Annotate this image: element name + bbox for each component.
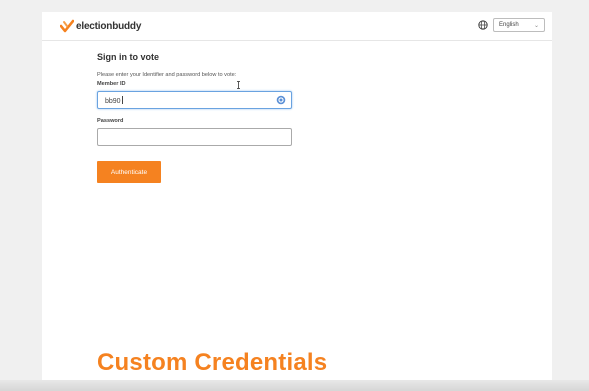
sign-in-form: Sign in to vote Please enter your Identi… — [97, 52, 317, 183]
autofill-icon[interactable] — [276, 95, 286, 105]
bottom-edge — [0, 380, 589, 391]
globe-icon — [478, 20, 488, 30]
language-select[interactable]: English ⌄ — [493, 18, 545, 32]
caption-overlay: Custom Credentials — [97, 349, 328, 376]
instructions-text: Please enter your Identifier and passwor… — [97, 72, 237, 78]
member-id-input[interactable]: bb90 — [97, 91, 292, 109]
password-input[interactable] — [97, 128, 292, 146]
text-caret — [121, 96, 123, 104]
top-bar: electionbuddy English ⌄ — [42, 12, 552, 41]
checkmark-logo-icon — [60, 19, 74, 33]
authenticate-button[interactable]: Authenticate — [97, 161, 161, 183]
password-label: Password — [97, 118, 124, 124]
logo-text: electionbuddy — [76, 20, 142, 32]
chevron-down-icon: ⌄ — [533, 22, 539, 29]
member-id-label: Member ID — [97, 81, 126, 87]
page-title: Sign in to vote — [97, 52, 159, 62]
language-picker: English ⌄ — [478, 18, 545, 32]
member-id-value: bb90 — [105, 96, 123, 105]
voting-page: electionbuddy English ⌄ Sign in to vote … — [42, 12, 552, 391]
language-select-value: English — [499, 22, 519, 28]
logo[interactable]: electionbuddy — [60, 19, 141, 33]
text-cursor-icon — [237, 81, 240, 89]
